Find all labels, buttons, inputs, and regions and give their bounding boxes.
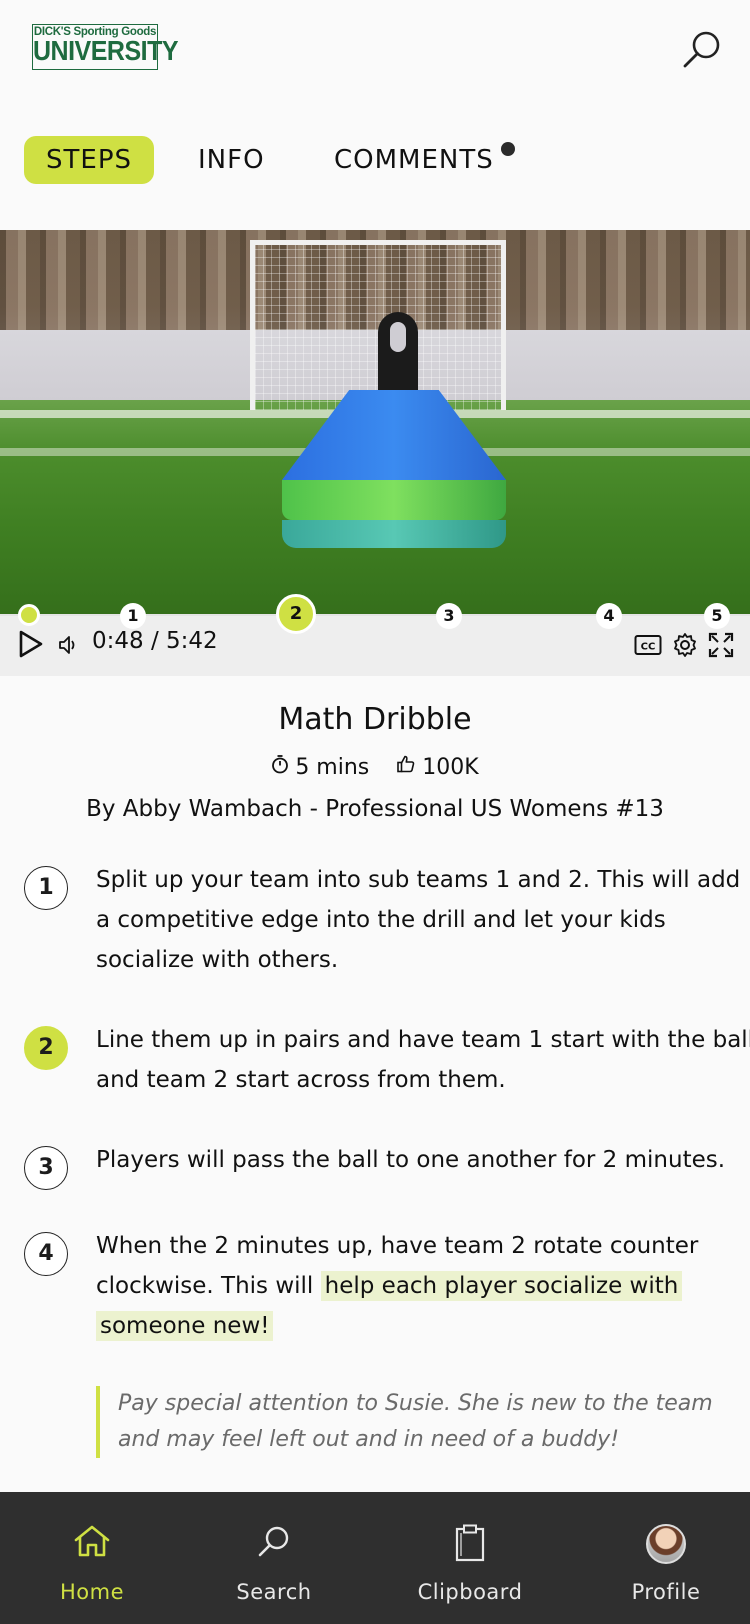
clipboard-icon — [380, 1524, 560, 1566]
progress-playhead[interactable] — [18, 604, 40, 626]
nav-profile[interactable]: Profile — [576, 1492, 750, 1624]
notification-dot — [501, 142, 515, 156]
cone-stack-teal — [282, 520, 506, 548]
video-timecode: 0:48 / 5:42 — [92, 628, 218, 654]
brand-logo: DICK'S Sporting Goods UNIVERSITY — [32, 24, 179, 70]
nav-home[interactable]: Home — [2, 1492, 182, 1624]
nav-profile-label: Profile — [631, 1580, 701, 1604]
nav-home-label: Home — [59, 1580, 124, 1604]
author-byline: By Abby Wambach - Professional US Womens… — [86, 796, 664, 822]
likes[interactable]: 100K — [396, 754, 479, 780]
captions-icon[interactable]: CC — [634, 634, 662, 660]
tab-comments[interactable]: COMMENTS — [334, 136, 494, 184]
chapter-marker-2[interactable]: 2 — [276, 594, 316, 634]
step-text: Players will pass the ball to one anothe… — [96, 1147, 726, 1173]
logo-line2: UNIVERSITY — [33, 35, 179, 66]
step-number-active: 2 — [24, 1026, 68, 1070]
step-text: Line them up in pairs and have team 1 st… — [96, 1027, 750, 1093]
step-number: 4 — [24, 1232, 68, 1276]
nav-clipboard-label: Clipboard — [417, 1580, 523, 1604]
step-number: 3 — [24, 1146, 68, 1190]
chapter-marker-5[interactable]: 5 — [704, 603, 730, 629]
coach-note: Pay special attention to Susie. She is n… — [96, 1386, 716, 1458]
likes-count: 100K — [422, 754, 479, 780]
nav-search-label: Search — [236, 1580, 312, 1604]
highlighted-text: someone new! — [96, 1311, 274, 1341]
play-icon[interactable] — [18, 630, 44, 662]
duration: 5 mins — [271, 754, 369, 780]
step-text: When the 2 minutes up, have team 2 rotat… — [96, 1226, 750, 1346]
svg-text:CC: CC — [641, 642, 656, 653]
tab-info[interactable]: INFO — [198, 136, 265, 184]
chapter-marker-1[interactable]: 1 — [120, 603, 146, 629]
highlighted-text: help each player socialize with — [320, 1271, 683, 1301]
nav-clipboard[interactable]: Clipboard — [380, 1492, 560, 1624]
thumbs-up-icon — [396, 754, 416, 780]
video-controls: 0:48 / 5:42 CC — [0, 614, 750, 676]
drill-meta: 5 mins 100K — [0, 754, 750, 780]
bottom-nav: Home Search Clipboard Profile — [0, 1492, 750, 1624]
search-icon[interactable] — [680, 28, 724, 72]
video-player[interactable] — [0, 230, 750, 614]
avatar — [646, 1524, 686, 1564]
step-number: 1 — [24, 866, 68, 910]
video-progress-track[interactable] — [0, 614, 750, 616]
nav-search[interactable]: Search — [184, 1492, 364, 1624]
tab-bar: STEPS INFO COMMENTS — [24, 136, 724, 184]
step-text: Split up your team into sub teams 1 and … — [96, 867, 741, 973]
chapter-marker-4[interactable]: 4 — [596, 603, 622, 629]
drill-title: Math Dribble — [278, 702, 472, 737]
settings-icon[interactable] — [672, 632, 698, 662]
search-icon — [184, 1524, 364, 1566]
cone-stack-green — [282, 480, 506, 520]
cone-holder — [378, 312, 418, 398]
home-icon — [2, 1524, 182, 1566]
chapter-marker-3[interactable]: 3 — [436, 603, 462, 629]
duration-text: 5 mins — [295, 754, 370, 780]
timer-icon — [271, 754, 289, 780]
tab-steps[interactable]: STEPS — [24, 136, 154, 184]
avatar-container — [576, 1524, 750, 1566]
fullscreen-icon[interactable] — [708, 632, 734, 662]
volume-icon[interactable] — [58, 634, 80, 660]
